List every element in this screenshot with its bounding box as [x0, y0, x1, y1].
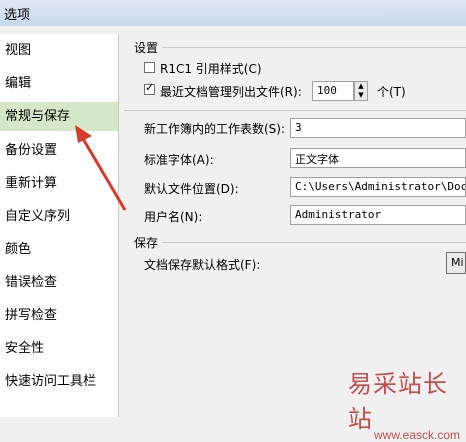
r1c1-label: R1C1 引用样式(C) [160, 62, 262, 76]
recent-files-spinner[interactable]: ▲ ▼ [354, 81, 368, 101]
save-section-header: 保存 [134, 236, 159, 250]
recent-files-label: 最近文档管理列出文件(R): [160, 85, 302, 99]
settings-divider [162, 47, 466, 48]
recent-files-unit: 个(T) [377, 85, 406, 99]
default-location-input[interactable]: C:\Users\Administrator\Documents [290, 177, 466, 197]
r1c1-checkbox[interactable] [144, 62, 155, 73]
spinner-up-icon[interactable]: ▲ [355, 82, 367, 91]
sheet-count-label: 新工作簿内的工作表数(S): [144, 122, 286, 136]
save-divider [162, 242, 466, 243]
default-format-label: 文档保存默认格式(F): [144, 258, 261, 272]
recent-files-count-input[interactable]: 100 [312, 81, 354, 101]
username-input[interactable]: Administrator [290, 205, 466, 225]
settings-section-header: 设置 [134, 41, 159, 55]
watermark: 易采站长站 www.easck.com [348, 364, 466, 442]
settings-separator [124, 110, 466, 111]
default-format-select[interactable]: Mi [446, 252, 466, 274]
watermark-url: www.easck.com [374, 428, 461, 442]
spinner-down-icon[interactable]: ▼ [355, 91, 367, 100]
standard-font-label: 标准字体(A): [144, 153, 214, 167]
default-location-label: 默认文件位置(D): [144, 182, 239, 196]
standard-font-select[interactable]: 正文字体 [290, 148, 466, 168]
recent-files-checkbox[interactable] [144, 81, 155, 95]
sheet-count-input[interactable]: 3 [290, 118, 466, 138]
watermark-text: 易采站长站 [348, 370, 448, 433]
username-label: 用户名(N): [144, 210, 203, 224]
